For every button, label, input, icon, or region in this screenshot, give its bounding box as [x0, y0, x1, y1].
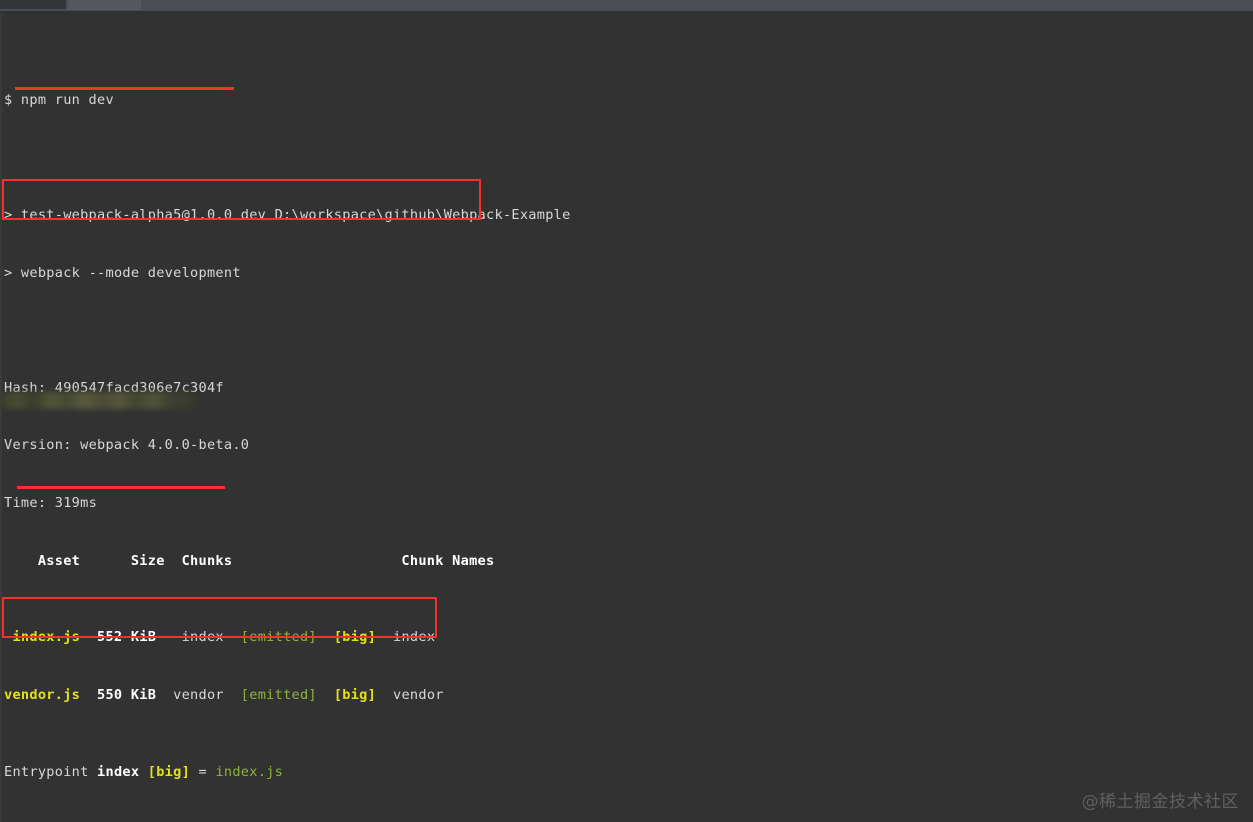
time-label-dev: Time: [4, 494, 55, 511]
terminal-viewport[interactable]: $ npm run dev > test-webpack-alpha5@1.0.… [0, 14, 1253, 822]
window-tab-strip [0, 0, 1253, 11]
asset-size: 552 KiB [80, 629, 157, 646]
asset-big-badge: [big] [316, 629, 377, 646]
line-pkg-dev: > test-webpack-alpha5@1.0.0 dev D:\works… [4, 206, 1249, 225]
table-row: vendor.js 550 KiB vendor [emitted] [big]… [4, 686, 1249, 705]
asset-chunk-names: vendor [376, 686, 444, 703]
entrypoint-label: Entrypoint [4, 763, 98, 780]
asset-name: vendor.js [4, 686, 81, 703]
version-label-dev: Version: [4, 437, 81, 454]
table-header-dev: Asset Size Chunks Chunk Names [4, 552, 1249, 571]
asset-size: 550 KiB [80, 686, 157, 703]
entrypoint-big-badge: [big] [139, 763, 191, 780]
tab-inactive[interactable] [0, 0, 66, 9]
entrypoint-line: Entrypoint index [big] = index.js [4, 763, 1249, 782]
redacted-username-blur [0, 392, 197, 409]
version-value-dev: webpack 4.0.0-beta.0 [80, 437, 250, 454]
asset-chunks: vendor [156, 686, 224, 703]
command-npm-run-dev: $ npm run dev [4, 91, 114, 108]
line-time-dev: Time: 319ms [4, 494, 1249, 513]
line-npm-run-dev: $ npm run dev [4, 91, 1249, 110]
table-row: index.js 552 KiB index [emitted] [big] i… [4, 628, 1249, 647]
entrypoint-equals: = [190, 763, 216, 780]
entrypoint-name: index [97, 763, 140, 780]
asset-emitted-badge: [emitted] [223, 629, 317, 646]
asset-big-badge: [big] [316, 686, 377, 703]
tab-active[interactable] [68, 0, 141, 10]
console-output: $ npm run dev > test-webpack-alpha5@1.0.… [4, 14, 1249, 822]
asset-chunks: index [156, 629, 224, 646]
line-cmd-dev: > webpack --mode development [4, 264, 1249, 283]
terminal-left-rail [0, 14, 2, 822]
asset-emitted-badge: [emitted] [223, 686, 317, 703]
pkg-line-dev: > test-webpack-alpha5@1.0.0 dev D:\works… [4, 207, 571, 223]
table-header-text-dev: Asset Size Chunks Chunk Names [4, 552, 495, 569]
entrypoint-file: index.js [215, 763, 284, 780]
cmd-webpack-dev: webpack --mode development [20, 264, 241, 281]
line-version-dev: Version: webpack 4.0.0-beta.0 [4, 436, 1249, 455]
asset-chunk-names: index [376, 629, 436, 646]
asset-name: index.js [4, 629, 81, 646]
cmd-prefix-dev: > [4, 264, 21, 281]
time-value-dev: 319ms [54, 494, 98, 511]
terminal-window: $ npm run dev > test-webpack-alpha5@1.0.… [0, 0, 1253, 822]
watermark: @稀土掘金技术社区 [1081, 792, 1239, 812]
